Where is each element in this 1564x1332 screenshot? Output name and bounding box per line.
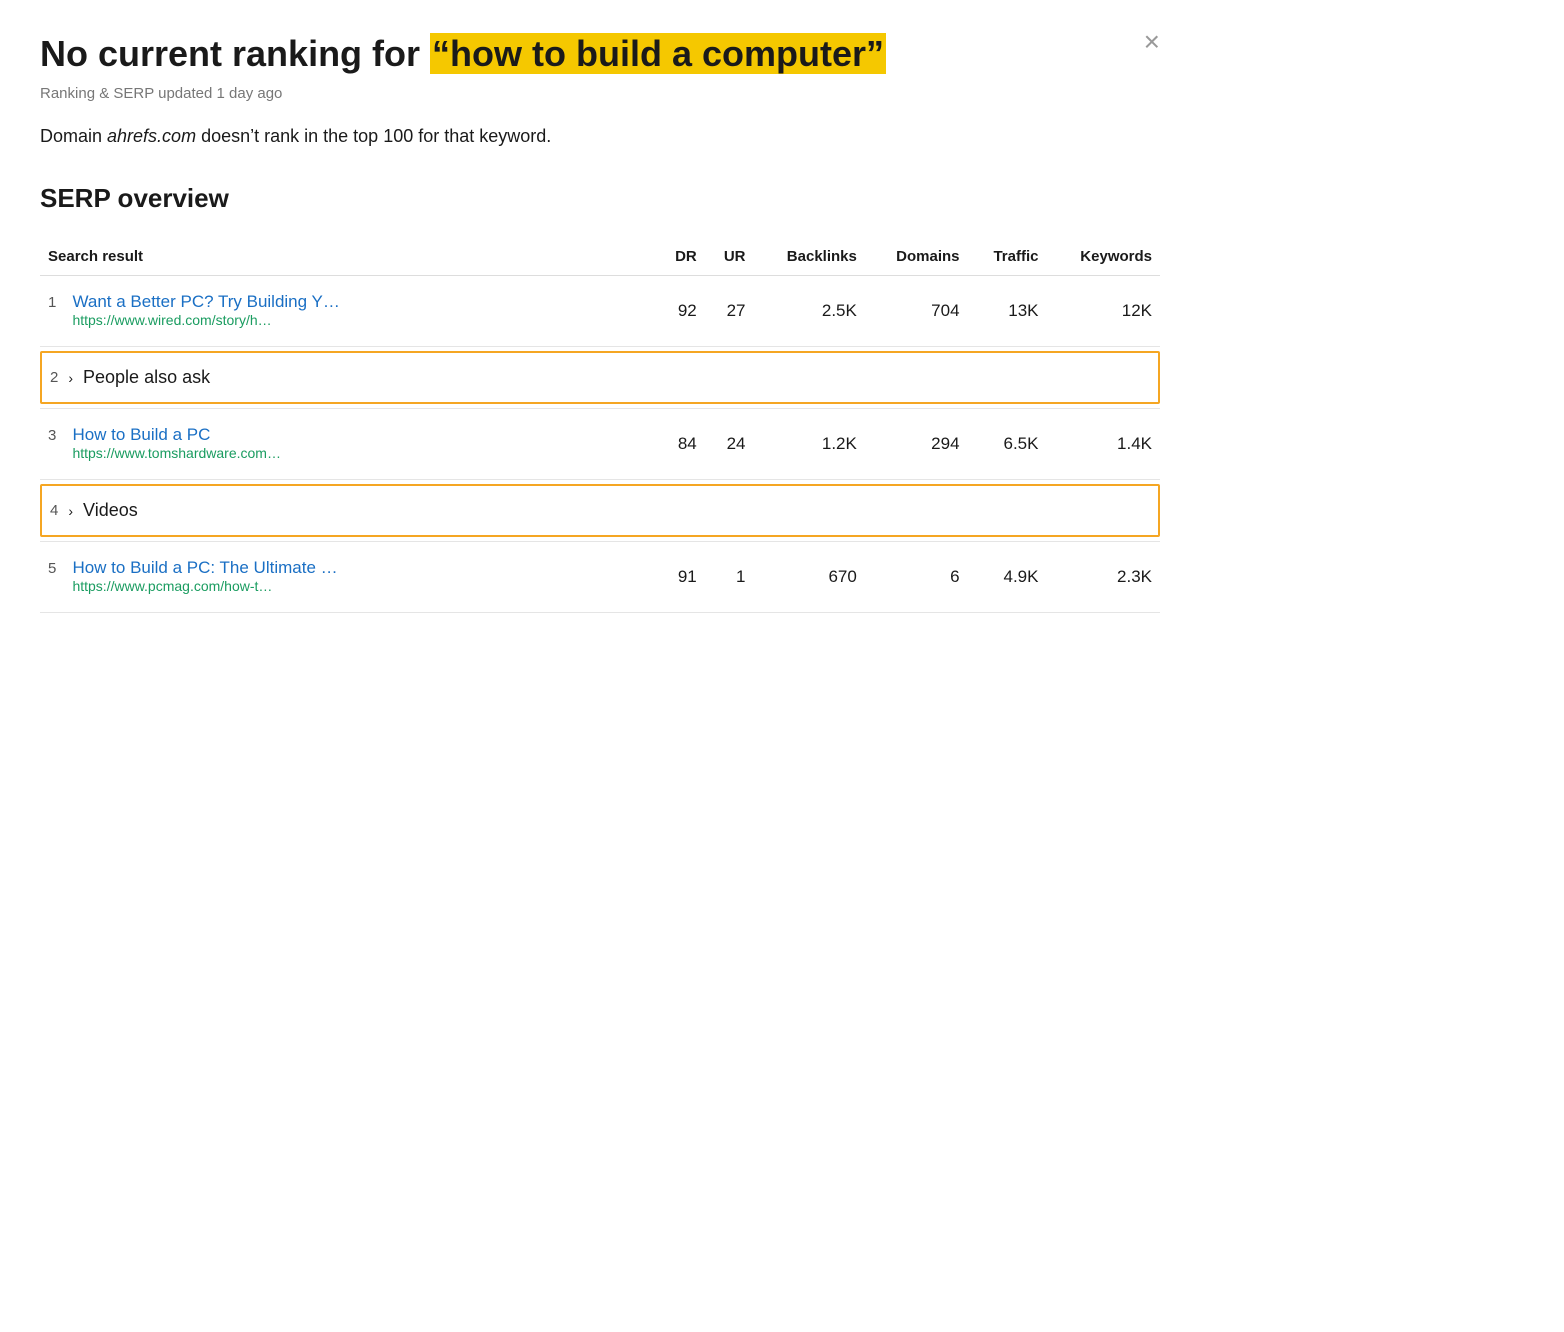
cell-ur: 24 [705, 409, 754, 480]
row-rank: 5 [48, 558, 68, 577]
col-search-result: Search result [40, 238, 656, 276]
cell-domains: 6 [865, 542, 968, 613]
col-domains: Domains [865, 238, 968, 276]
row-rank: 3 [48, 425, 68, 444]
result-url-link[interactable]: https://www.wired.com/story/h… [72, 312, 271, 328]
chevron-icon: › [68, 503, 73, 519]
table-header-row: Search result DR UR Backlinks Domains Tr… [40, 238, 1160, 276]
result-content: How to Build a PC: The Ultimate … https:… [72, 558, 337, 596]
cell-traffic: 4.9K [968, 542, 1047, 613]
cell-traffic: 13K [968, 276, 1047, 347]
cell-keywords: 12K [1046, 276, 1160, 347]
result-url-link[interactable]: https://www.tomshardware.com… [72, 445, 281, 461]
special-row-rank: 4 [50, 502, 58, 519]
result-content: How to Build a PC https://www.tomshardwa… [72, 425, 281, 463]
serp-overview-title: SERP overview [40, 183, 1160, 214]
table-row[interactable]: 2 › People also ask [40, 347, 1160, 409]
cell-traffic: 6.5K [968, 409, 1047, 480]
special-item-label: People also ask [83, 367, 210, 388]
cell-domains: 294 [865, 409, 968, 480]
result-title-link[interactable]: Want a Better PC? Try Building Y… [72, 292, 339, 312]
cell-dr: 92 [656, 276, 705, 347]
chevron-icon: › [68, 370, 73, 386]
cell-ur: 27 [705, 276, 754, 347]
cell-backlinks: 1.2K [754, 409, 865, 480]
col-keywords: Keywords [1046, 238, 1160, 276]
cell-dr: 91 [656, 542, 705, 613]
table-row: 3 How to Build a PC https://www.tomshard… [40, 409, 1160, 480]
cell-backlinks: 2.5K [754, 276, 865, 347]
cell-keywords: 1.4K [1046, 409, 1160, 480]
col-dr: DR [656, 238, 705, 276]
title-prefix: No current ranking for [40, 33, 430, 74]
cell-dr: 84 [656, 409, 705, 480]
cell-backlinks: 670 [754, 542, 865, 613]
result-url-link[interactable]: https://www.pcmag.com/how-t… [72, 578, 272, 594]
result-content: Want a Better PC? Try Building Y… https:… [72, 292, 339, 330]
cell-keywords: 2.3K [1046, 542, 1160, 613]
special-item-label: Videos [83, 500, 138, 521]
table-row: 1 Want a Better PC? Try Building Y… http… [40, 276, 1160, 347]
table-row[interactable]: 4 › Videos [40, 480, 1160, 542]
special-serp-item[interactable]: 4 › Videos [40, 484, 1160, 537]
special-row-rank: 2 [50, 369, 58, 386]
result-title-link[interactable]: How to Build a PC [72, 425, 281, 445]
special-serp-item[interactable]: 2 › People also ask [40, 351, 1160, 404]
row-rank: 1 [48, 292, 68, 311]
col-traffic: Traffic [968, 238, 1047, 276]
col-ur: UR [705, 238, 754, 276]
table-row: 5 How to Build a PC: The Ultimate … http… [40, 542, 1160, 613]
col-backlinks: Backlinks [754, 238, 865, 276]
serp-table: Search result DR UR Backlinks Domains Tr… [40, 238, 1160, 613]
result-title-link[interactable]: How to Build a PC: The Ultimate … [72, 558, 337, 578]
domain-name: ahrefs.com [107, 126, 196, 146]
page-title: No current ranking for “how to build a c… [40, 32, 1160, 75]
cell-ur: 1 [705, 542, 754, 613]
ranking-subtitle: Ranking & SERP updated 1 day ago [40, 85, 1160, 102]
title-highlight: “how to build a computer” [430, 33, 886, 74]
domain-description: Domain ahrefs.com doesn’t rank in the to… [40, 126, 1160, 147]
cell-domains: 704 [865, 276, 968, 347]
close-button[interactable]: × [1144, 28, 1160, 56]
